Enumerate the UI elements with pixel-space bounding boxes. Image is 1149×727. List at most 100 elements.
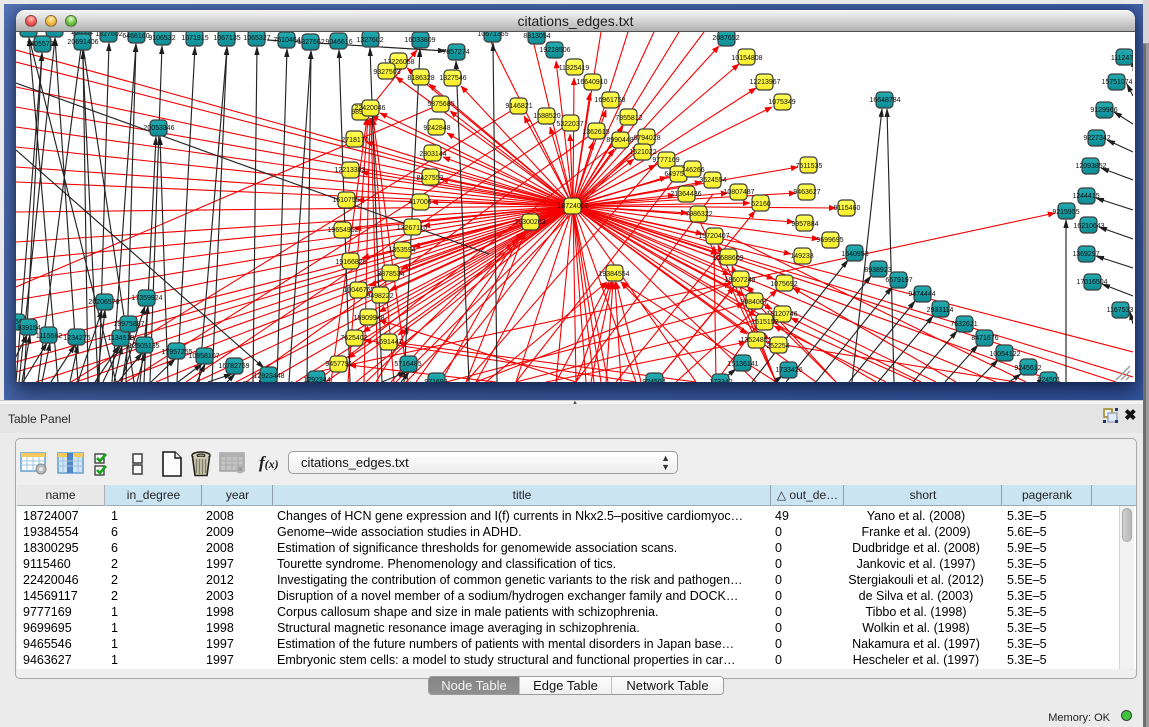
svg-text:18607249: 18607249 — [724, 277, 755, 284]
svg-text:9242848: 9242848 — [423, 125, 450, 132]
svg-text:8427552: 8427552 — [416, 175, 443, 182]
svg-text:7955812: 7955812 — [615, 115, 642, 122]
svg-text:924501: 924501 — [1037, 377, 1060, 382]
svg-text:417006: 417006 — [408, 199, 431, 206]
svg-text:12213967: 12213967 — [749, 79, 780, 86]
svg-text:15136141: 15136141 — [727, 361, 758, 368]
svg-text:9106532: 9106532 — [148, 35, 175, 42]
svg-text:8186328: 8186328 — [407, 75, 434, 82]
svg-text:17359924: 17359924 — [131, 295, 162, 302]
svg-text:1234275: 1234275 — [63, 335, 90, 342]
svg-text:8471676: 8471676 — [971, 335, 998, 342]
svg-text:15751074: 15751074 — [1101, 79, 1132, 86]
svg-text:9699695: 9699695 — [816, 237, 843, 244]
svg-text:11325419: 11325419 — [559, 65, 590, 72]
svg-text:7511535: 7511535 — [796, 163, 823, 170]
svg-text:1610755: 1610755 — [332, 197, 359, 204]
svg-text:746266: 746266 — [681, 167, 704, 174]
svg-text:1327546: 1327546 — [439, 75, 466, 82]
svg-text:2933114: 2933114 — [927, 307, 954, 314]
svg-text:20206578: 20206578 — [88, 299, 119, 306]
svg-text:12213383: 12213383 — [334, 167, 365, 174]
svg-text:1362615: 1362615 — [582, 129, 609, 136]
svg-text:1640953: 1640953 — [841, 251, 868, 258]
svg-text:7986322: 7986322 — [685, 211, 712, 218]
svg-text:19654952: 19654952 — [327, 227, 358, 234]
svg-text:9957884: 9957884 — [791, 221, 818, 228]
svg-text:8938923: 8938923 — [864, 267, 891, 274]
svg-text:6679197: 6679197 — [885, 277, 912, 284]
svg-text:1615152: 1615152 — [751, 319, 778, 326]
svg-text:9115460: 9115460 — [834, 205, 861, 212]
svg-text:12505135: 12505135 — [128, 343, 159, 350]
svg-text:924504: 924504 — [642, 379, 665, 382]
svg-text:16648784: 16648784 — [869, 97, 900, 104]
svg-text:9215955: 9215955 — [1052, 209, 1079, 216]
svg-text:2718170: 2718170 — [341, 137, 368, 144]
svg-text:971693: 971693 — [424, 379, 447, 382]
svg-text:10958107: 10958107 — [188, 353, 219, 360]
svg-text:9777169: 9777169 — [652, 157, 679, 164]
svg-text:1733426: 1733426 — [775, 367, 802, 374]
svg-text:1065327: 1065327 — [243, 35, 270, 42]
svg-text:1112475: 1112475 — [1111, 55, 1133, 62]
svg-text:9046616: 9046616 — [325, 39, 352, 46]
svg-text:1167533: 1167533 — [1107, 307, 1133, 314]
svg-text:17016504: 17016504 — [1076, 279, 1107, 286]
svg-text:10154808: 10154808 — [731, 55, 762, 62]
svg-text:1292344: 1292344 — [303, 377, 330, 382]
svg-text:1327602: 1327602 — [95, 32, 122, 38]
svg-text:9084067: 9084067 — [740, 299, 767, 306]
svg-text:9457791: 9457791 — [325, 361, 352, 368]
svg-text:5716485: 5716485 — [394, 361, 421, 368]
svg-text:149233: 149233 — [790, 253, 813, 260]
svg-text:13267110: 13267110 — [397, 225, 428, 232]
svg-text:1067135: 1067135 — [213, 35, 240, 42]
svg-text:1327662: 1327662 — [297, 39, 324, 46]
svg-text:16640910: 16640910 — [576, 79, 607, 86]
svg-text:1353594: 1353594 — [388, 247, 415, 254]
svg-text:20691406: 20691406 — [67, 39, 98, 46]
svg-text:1134519: 1134519 — [108, 335, 135, 342]
svg-text:24055724: 24055724 — [26, 41, 57, 48]
svg-text:939154: 939154 — [17, 325, 40, 332]
svg-text:10807487: 10807487 — [723, 189, 754, 196]
svg-text:1075692: 1075692 — [770, 281, 797, 288]
svg-text:1327602: 1327602 — [356, 37, 383, 44]
svg-text:2087652: 2087652 — [712, 35, 739, 42]
svg-text:3624554: 3624554 — [699, 177, 726, 184]
svg-text:1691447: 1691447 — [375, 339, 402, 346]
svg-text:173342: 173342 — [709, 379, 732, 382]
svg-text:15909948: 15909948 — [353, 315, 384, 322]
svg-text:7625402: 7625402 — [340, 335, 367, 342]
svg-text:15720407: 15720407 — [698, 233, 729, 240]
svg-text:206914: 206914 — [43, 32, 66, 34]
svg-text:8813054: 8813054 — [523, 33, 550, 40]
svg-text:9129966: 9129966 — [1090, 107, 1117, 114]
svg-text:9498222: 9498222 — [366, 293, 393, 300]
svg-text:9245612: 9245612 — [1014, 365, 1041, 372]
svg-text:9327503: 9327503 — [373, 69, 400, 76]
svg-text:7632621: 7632621 — [950, 321, 977, 328]
svg-text:8878534: 8878534 — [377, 271, 404, 278]
svg-text:19384554: 19384554 — [598, 271, 629, 278]
svg-text:12093852: 12093852 — [1075, 163, 1106, 170]
svg-text:1369297: 1369297 — [1072, 251, 1099, 258]
svg-text:12923448: 12923448 — [253, 373, 284, 380]
svg-text:1075349: 1075349 — [768, 99, 795, 106]
svg-text:19166825: 19166825 — [335, 259, 366, 266]
svg-text:62160: 62160 — [751, 201, 771, 208]
svg-text:10671355: 10671355 — [477, 32, 508, 38]
svg-text:8990448: 8990448 — [606, 137, 633, 144]
svg-text:21364436: 21364436 — [670, 191, 701, 198]
svg-text:20053346: 20053346 — [143, 125, 174, 132]
svg-text:16210643: 16210643 — [1073, 223, 1104, 230]
svg-text:16961758: 16961758 — [594, 97, 625, 104]
svg-text:252254: 252254 — [766, 343, 789, 350]
svg-text:9463627: 9463627 — [793, 189, 820, 196]
svg-text:2803144: 2803144 — [419, 151, 446, 158]
svg-text:10054122: 10054122 — [989, 351, 1020, 358]
svg-text:1588520: 1588520 — [533, 113, 560, 120]
svg-text:25300203: 25300203 — [514, 219, 545, 226]
svg-text:16782759: 16782759 — [218, 363, 249, 370]
